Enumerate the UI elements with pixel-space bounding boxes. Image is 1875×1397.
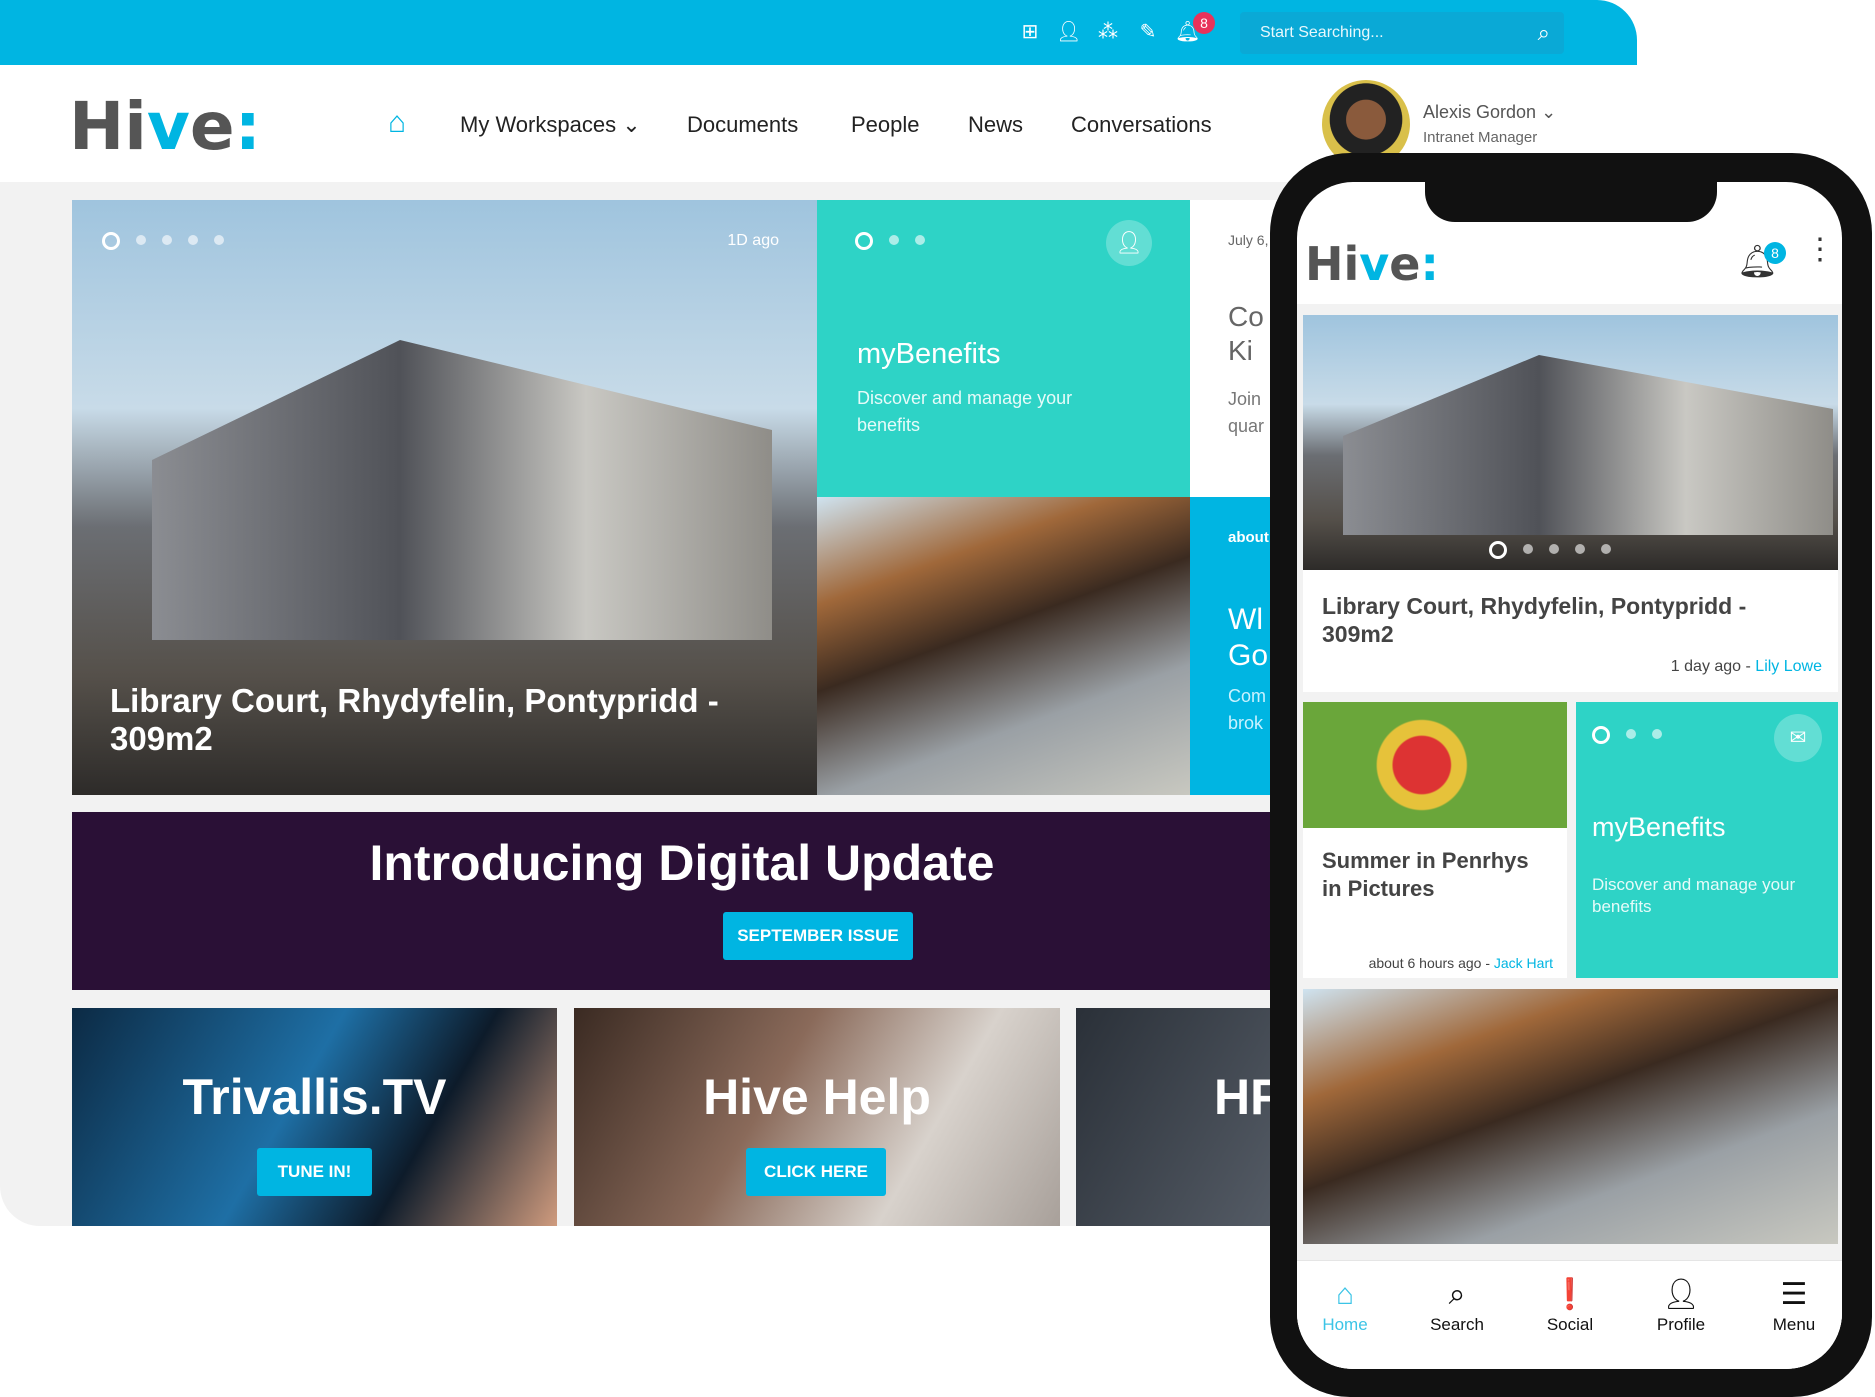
speech-bubble-icon: ❗ [1551, 1278, 1589, 1311]
home-icon[interactable]: ⌂ [388, 106, 406, 140]
gallery-image [1303, 702, 1567, 828]
phone-benefits-card[interactable]: ✉ myBenefits Discover and manage your be… [1576, 702, 1838, 978]
author-link[interactable]: Lily Lowe [1755, 658, 1822, 675]
user-icon[interactable]: 👤︎ [1056, 20, 1081, 44]
edit-icon[interactable]: ✎ [1136, 20, 1160, 44]
news-card[interactable]: July 6, Co Ki Join quar [1190, 200, 1280, 497]
senedd-image[interactable] [817, 497, 1190, 795]
hive-logo[interactable]: Hive: [69, 88, 261, 165]
click-here-button[interactable]: CLICK HERE [746, 1148, 886, 1196]
phone-hero-image[interactable] [1303, 315, 1838, 570]
hero-time: 1D ago [727, 232, 779, 249]
bottom-nav-search[interactable]: ⌕ Search [1412, 1275, 1502, 1335]
slide-dots[interactable] [1489, 541, 1627, 559]
tile-hr[interactable]: HF [1076, 1008, 1281, 1226]
hive-logo[interactable]: Hive: [1305, 237, 1439, 291]
search-icon[interactable]: ⌕ [1538, 20, 1550, 46]
benefits-text: Discover and manage your benefits [857, 388, 1073, 435]
building-image [152, 340, 772, 640]
home-icon: ⌂ [1335, 1278, 1355, 1311]
phone-hero-title: Library Court, Rhydyfelin, Pontypridd - … [1322, 593, 1747, 647]
benefits-title: myBenefits [857, 338, 1001, 370]
benefits-title: myBenefits [1592, 812, 1726, 842]
notification-badge: 8 [1193, 12, 1215, 34]
phone-gallery-tile[interactable]: Summer in Penrhys in Pictures about 6 ho… [1303, 702, 1567, 978]
user-icon: 👤︎ [1661, 1278, 1701, 1311]
nav-news[interactable]: News [968, 112, 1023, 138]
search-icon: ⌕ [1448, 1278, 1466, 1311]
tile-trivallis-tv[interactable]: Trivallis.TV TUNE IN! [72, 1008, 557, 1226]
more-icon[interactable]: ⋮ [1805, 235, 1835, 265]
bottom-nav-menu[interactable]: ☰ Menu [1749, 1275, 1839, 1335]
bottom-nav-home[interactable]: ⌂ Home [1300, 1275, 1390, 1335]
phone-notch [1425, 170, 1717, 222]
phone-hero-card[interactable]: Library Court, Rhydyfelin, Pontypridd - … [1303, 570, 1838, 692]
search-box[interactable]: ⌕ [1240, 12, 1564, 54]
tile-title: Trivallis.TV [182, 1069, 447, 1125]
user-name[interactable]: Alexis Gordon ⌄ [1423, 102, 1556, 123]
benefits-text: Discover and manage your benefits [1592, 875, 1796, 916]
building-image [1343, 355, 1833, 535]
september-issue-button[interactable]: SEPTEMBER ISSUE [723, 912, 913, 960]
hero-title[interactable]: Library Court, Rhydyfelin, Pontypridd - … [110, 682, 770, 758]
phone-screen: Hive: 🔔︎ 8 ⋮ Library Court, Rhydyfelin, … [1297, 182, 1842, 1369]
nav-conversations[interactable]: Conversations [1071, 112, 1212, 138]
org-chart-icon[interactable]: ⁂ [1096, 20, 1120, 44]
news-title: Co Ki [1228, 301, 1264, 366]
hero-news-slide[interactable]: 1D ago Library Court, Rhydyfelin, Pontyp… [72, 200, 817, 795]
user-icon[interactable]: 👤︎ [1106, 220, 1152, 266]
user-role: Intranet Manager [1423, 129, 1538, 146]
search-input[interactable] [1240, 12, 1510, 54]
slide-dots[interactable] [102, 232, 240, 250]
nav-people[interactable]: People [851, 112, 920, 138]
notification-badge: 8 [1764, 242, 1786, 264]
slide-dots[interactable] [1592, 726, 1678, 744]
news-text: Join quar [1228, 389, 1265, 436]
tile-hive-help[interactable]: Hive Help CLICK HERE [574, 1008, 1060, 1226]
windows-icon[interactable]: ⊞ [1018, 20, 1042, 44]
digital-update-banner: Introducing Digital Update SEPTEMBER ISS… [72, 812, 1272, 990]
tune-in-button[interactable]: TUNE IN! [257, 1148, 372, 1196]
blue-card-text: Com brok [1228, 686, 1267, 733]
senedd-image[interactable] [1303, 989, 1838, 1244]
blue-card[interactable]: about Wl Go Com brok [1190, 497, 1280, 795]
bottom-nav-profile[interactable]: 👤︎ Profile [1636, 1275, 1726, 1335]
author-link[interactable]: Jack Hart [1494, 955, 1553, 971]
hamburger-icon: ☰ [1780, 1278, 1808, 1311]
benefits-card[interactable]: 👤︎ myBenefits Discover and manage your b… [817, 200, 1190, 497]
gallery-title: Summer in Penrhys in Pictures [1322, 848, 1529, 901]
bottom-nav-social[interactable]: ❗ Social [1525, 1275, 1615, 1335]
news-date: July 6, [1228, 232, 1269, 248]
banner-title: Introducing Digital Update [369, 835, 995, 891]
slide-dots[interactable] [855, 232, 941, 250]
blue-card-title: Wl Go [1228, 603, 1268, 672]
tile-title: Hive Help [703, 1069, 931, 1125]
nav-my-workspaces[interactable]: My Workspaces ⌄ [460, 112, 641, 138]
gallery-meta: about 6 hours ago - Jack Hart [1368, 955, 1553, 971]
outlook-icon[interactable]: ✉ [1774, 714, 1822, 762]
nav-documents[interactable]: Documents [687, 112, 798, 138]
blue-card-meta: about [1228, 529, 1269, 546]
phone-hero-meta: 1 day ago - Lily Lowe [1670, 658, 1822, 675]
